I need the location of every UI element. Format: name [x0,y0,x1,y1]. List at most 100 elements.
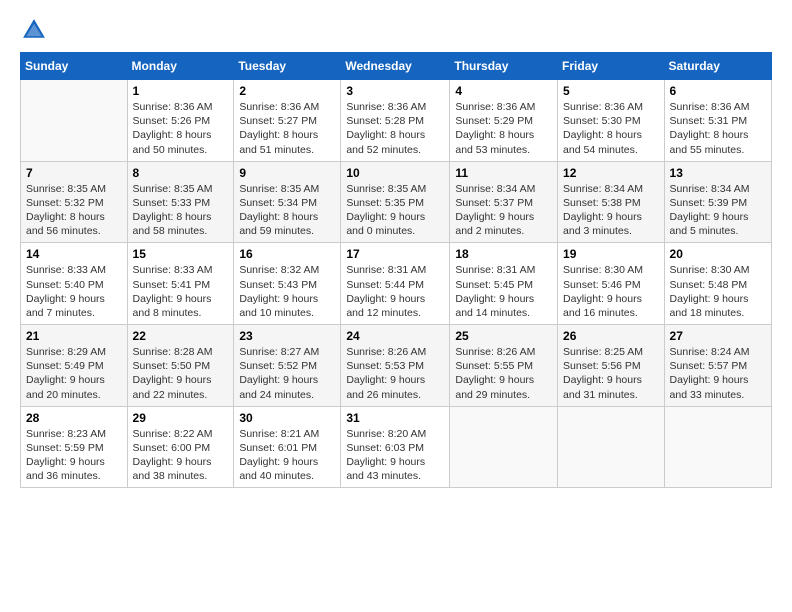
week-row-1: 1Sunrise: 8:36 AM Sunset: 5:26 PM Daylig… [21,80,772,162]
calendar-header: SundayMondayTuesdayWednesdayThursdayFrid… [21,53,772,80]
day-number: 28 [26,411,122,425]
day-number: 13 [670,166,766,180]
day-info: Sunrise: 8:33 AM Sunset: 5:40 PM Dayligh… [26,263,122,320]
day-info: Sunrise: 8:36 AM Sunset: 5:27 PM Dayligh… [239,100,335,157]
day-cell: 5Sunrise: 8:36 AM Sunset: 5:30 PM Daylig… [558,80,665,162]
page: SundayMondayTuesdayWednesdayThursdayFrid… [0,0,792,612]
header-cell-sunday: Sunday [21,53,128,80]
day-info: Sunrise: 8:36 AM Sunset: 5:29 PM Dayligh… [455,100,552,157]
day-number: 19 [563,247,659,261]
header-cell-thursday: Thursday [450,53,558,80]
day-number: 6 [670,84,766,98]
day-info: Sunrise: 8:35 AM Sunset: 5:33 PM Dayligh… [133,182,229,239]
day-cell: 28Sunrise: 8:23 AM Sunset: 5:59 PM Dayli… [21,406,128,488]
day-cell: 3 Sunrise: 8:36 AM Sunset: 5:28 PM Daylig… [341,80,450,162]
day-info: Sunrise: 8:22 AM Sunset: 6:00 PM Dayligh… [133,427,229,484]
day-cell: 14 Sunrise: 8:33 AM Sunset: 5:40 PM Dayli… [21,243,128,325]
day-number: 7 [26,166,122,180]
day-number: 14 [26,247,122,261]
day-info: Sunrise: 8:36 AM Sunset: 5:28 PM Dayligh… [346,100,444,157]
day-info: Sunrise: 8:28 AM Sunset: 5:50 PM Dayligh… [133,345,229,402]
day-cell: 27 Sunrise: 8:24 AM Sunset: 5:57 PM Dayli… [664,325,771,407]
day-number: 24 [346,329,444,343]
day-cell: 21 Sunrise: 8:29 AM Sunset: 5:49 PM Dayli… [21,325,128,407]
header-cell-monday: Monday [127,53,234,80]
day-cell: 30Sunrise: 8:21 AM Sunset: 6:01 PM Dayli… [234,406,341,488]
day-number: 30 [239,411,335,425]
day-info: Sunrise: 8:29 AM Sunset: 5:49 PM Dayligh… [26,345,122,402]
day-info: Sunrise: 8:34 AM Sunset: 5:39 PM Dayligh… [670,182,766,239]
day-cell: 29 Sunrise: 8:22 AM Sunset: 6:00 PM Dayli… [127,406,234,488]
day-cell: 25 Sunrise: 8:26 AM Sunset: 5:55 PM Dayli… [450,325,558,407]
day-number: 25 [455,329,552,343]
day-cell [21,80,128,162]
day-cell [664,406,771,488]
week-row-4: 21 Sunrise: 8:29 AM Sunset: 5:49 PM Dayli… [21,325,772,407]
day-cell [450,406,558,488]
day-info: Sunrise: 8:30 AM Sunset: 5:46 PM Dayligh… [563,263,659,320]
day-cell: 18 Sunrise: 8:31 AM Sunset: 5:45 PM Dayli… [450,243,558,325]
day-number: 8 [133,166,229,180]
day-cell: 9 Sunrise: 8:35 AM Sunset: 5:34 PM Daylig… [234,161,341,243]
week-row-5: 28Sunrise: 8:23 AM Sunset: 5:59 PM Dayli… [21,406,772,488]
day-info: Sunrise: 8:34 AM Sunset: 5:37 PM Dayligh… [455,182,552,239]
day-cell: 12Sunrise: 8:34 AM Sunset: 5:38 PM Dayli… [558,161,665,243]
day-cell: 7 Sunrise: 8:35 AM Sunset: 5:32 PM Daylig… [21,161,128,243]
day-number: 20 [670,247,766,261]
day-number: 31 [346,411,444,425]
day-info: Sunrise: 8:35 AM Sunset: 5:32 PM Dayligh… [26,182,122,239]
day-number: 26 [563,329,659,343]
header-cell-saturday: Saturday [664,53,771,80]
day-cell: 2 Sunrise: 8:36 AM Sunset: 5:27 PM Daylig… [234,80,341,162]
day-cell: 24 Sunrise: 8:26 AM Sunset: 5:53 PM Dayli… [341,325,450,407]
day-number: 3 [346,84,444,98]
day-cell: 6 Sunrise: 8:36 AM Sunset: 5:31 PM Daylig… [664,80,771,162]
day-number: 2 [239,84,335,98]
day-cell: 22 Sunrise: 8:28 AM Sunset: 5:50 PM Dayli… [127,325,234,407]
day-number: 16 [239,247,335,261]
day-cell: 17Sunrise: 8:31 AM Sunset: 5:44 PM Dayli… [341,243,450,325]
day-number: 9 [239,166,335,180]
day-number: 27 [670,329,766,343]
day-cell: 11Sunrise: 8:34 AM Sunset: 5:37 PM Dayli… [450,161,558,243]
calendar-table: SundayMondayTuesdayWednesdayThursdayFrid… [20,52,772,488]
day-info: Sunrise: 8:36 AM Sunset: 5:30 PM Dayligh… [563,100,659,157]
day-number: 10 [346,166,444,180]
day-cell: 20 Sunrise: 8:30 AM Sunset: 5:48 PM Dayli… [664,243,771,325]
day-cell: 23Sunrise: 8:27 AM Sunset: 5:52 PM Dayli… [234,325,341,407]
day-number: 22 [133,329,229,343]
day-info: Sunrise: 8:35 AM Sunset: 5:35 PM Dayligh… [346,182,444,239]
day-cell: 1Sunrise: 8:36 AM Sunset: 5:26 PM Daylig… [127,80,234,162]
day-info: Sunrise: 8:33 AM Sunset: 5:41 PM Dayligh… [133,263,229,320]
calendar-body: 1Sunrise: 8:36 AM Sunset: 5:26 PM Daylig… [21,80,772,488]
day-number: 29 [133,411,229,425]
logo-icon [20,16,48,44]
day-cell: 10 Sunrise: 8:35 AM Sunset: 5:35 PM Dayli… [341,161,450,243]
day-number: 18 [455,247,552,261]
day-info: Sunrise: 8:24 AM Sunset: 5:57 PM Dayligh… [670,345,766,402]
day-cell [558,406,665,488]
header [20,16,772,44]
day-info: Sunrise: 8:26 AM Sunset: 5:55 PM Dayligh… [455,345,552,402]
logo [20,16,52,44]
day-info: Sunrise: 8:34 AM Sunset: 5:38 PM Dayligh… [563,182,659,239]
day-info: Sunrise: 8:30 AM Sunset: 5:48 PM Dayligh… [670,263,766,320]
day-cell: 8 Sunrise: 8:35 AM Sunset: 5:33 PM Daylig… [127,161,234,243]
day-cell: 15 Sunrise: 8:33 AM Sunset: 5:41 PM Dayli… [127,243,234,325]
day-info: Sunrise: 8:31 AM Sunset: 5:44 PM Dayligh… [346,263,444,320]
day-info: Sunrise: 8:25 AM Sunset: 5:56 PM Dayligh… [563,345,659,402]
day-number: 15 [133,247,229,261]
day-info: Sunrise: 8:35 AM Sunset: 5:34 PM Dayligh… [239,182,335,239]
header-cell-friday: Friday [558,53,665,80]
day-info: Sunrise: 8:26 AM Sunset: 5:53 PM Dayligh… [346,345,444,402]
day-info: Sunrise: 8:36 AM Sunset: 5:31 PM Dayligh… [670,100,766,157]
header-cell-wednesday: Wednesday [341,53,450,80]
day-info: Sunrise: 8:20 AM Sunset: 6:03 PM Dayligh… [346,427,444,484]
day-cell: 31 Sunrise: 8:20 AM Sunset: 6:03 PM Dayli… [341,406,450,488]
day-cell: 13 Sunrise: 8:34 AM Sunset: 5:39 PM Dayli… [664,161,771,243]
day-info: Sunrise: 8:32 AM Sunset: 5:43 PM Dayligh… [239,263,335,320]
day-number: 21 [26,329,122,343]
day-cell: 4Sunrise: 8:36 AM Sunset: 5:29 PM Daylig… [450,80,558,162]
day-info: Sunrise: 8:31 AM Sunset: 5:45 PM Dayligh… [455,263,552,320]
week-row-3: 14 Sunrise: 8:33 AM Sunset: 5:40 PM Dayli… [21,243,772,325]
